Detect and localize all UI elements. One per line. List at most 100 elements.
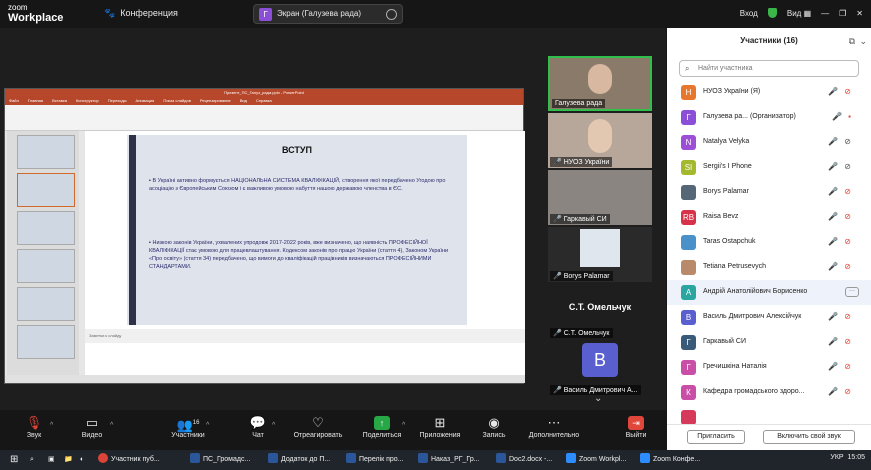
invite-button[interactable]: Пригласить xyxy=(687,430,745,444)
participants-header: Участники (16) ⧉ ⌄ xyxy=(667,28,871,54)
taskbar-word-doc[interactable]: Наказ_РГ_Гр... xyxy=(418,453,486,467)
participant-row[interactable]: Г Гаркавый СИ 🎤⊘ xyxy=(667,330,871,355)
windows-taskbar: ⊞ ⌕ ▣ 📁 ◐ Участник пуб... ПС_Громадс... … xyxy=(0,450,871,470)
video-tile[interactable]: С.Т. Омельчук 🎤 С.Т. Омельчук xyxy=(548,284,652,339)
video-tile[interactable]: В 🎤 Василь Дмитрович А... xyxy=(548,341,652,396)
edge-icon[interactable]: ◐ xyxy=(80,453,84,467)
slide-accent-bar xyxy=(129,135,136,325)
slide-paragraph-1: ▪ В Україні активно формується НАЦІОНАЛЬ… xyxy=(149,178,446,192)
shield-icon[interactable] xyxy=(767,8,777,18)
search-icon[interactable]: ⌕ xyxy=(30,453,34,467)
search-icon: ⌕ xyxy=(685,64,690,73)
chat-button[interactable]: 💬 Чат xyxy=(228,414,288,439)
taskbar-word-doc[interactable]: Doc2.docx -... xyxy=(496,453,558,467)
participants-title: Участники (16) xyxy=(740,36,798,45)
video-tile[interactable]: 🎤 Гаркавый СИ xyxy=(548,170,652,225)
participant-row[interactable]: Tetiana Petrusevych 🎤⊘ xyxy=(667,255,871,280)
mic-muted-icon: 🎤 xyxy=(553,273,562,280)
participant-row[interactable]: N Natalya Velyka 🎤⊘ xyxy=(667,130,871,155)
video-options-caret[interactable]: ^ xyxy=(110,422,113,429)
participant-avatar: RB xyxy=(681,210,696,225)
meeting-title[interactable]: 🐾 Конференция xyxy=(104,8,178,19)
brand-line2: Workplace xyxy=(8,12,64,24)
ppt-tab: Переходы xyxy=(107,98,127,103)
ppt-tab: Рецензирование xyxy=(199,98,231,103)
participant-row[interactable]: Г Гречишкіна Наталія 🎤⊘ xyxy=(667,355,871,380)
task-view-icon[interactable]: ▣ xyxy=(48,453,55,467)
share-options-icon[interactable] xyxy=(386,9,397,20)
close-icon[interactable]: ✕ xyxy=(856,9,863,18)
share-label: Экран (Галузева рада) xyxy=(277,9,361,18)
video-tile-name: 🎤 Гаркавый СИ xyxy=(550,214,610,224)
record-button[interactable]: ◉ Запись xyxy=(464,414,524,439)
screen-share-indicator[interactable]: Г Экран (Галузева рада) xyxy=(253,4,403,24)
apps-button[interactable]: ⊞ Приложения xyxy=(410,414,470,439)
view-button[interactable]: Вид ▦ xyxy=(787,9,811,18)
taskbar-word-doc[interactable]: Перелік про... xyxy=(346,453,414,467)
video-tile-name: Галузева рада xyxy=(552,99,606,108)
popout-icon[interactable]: ⧉ xyxy=(849,28,855,54)
mic-muted-icon: 🎤⊘ xyxy=(828,87,857,96)
participant-row[interactable]: В Василь Дмитрович Алексійчук 🎤⊘ xyxy=(667,305,871,330)
restore-icon[interactable]: ❐ xyxy=(839,9,846,18)
paw-icon: 🐾 xyxy=(104,8,116,18)
participant-row[interactable]: Г Галузева ра... (Организатор) 🎤▪ xyxy=(667,105,871,130)
participant-row[interactable]: Н НУОЗ України (Я) 🎤⊘ xyxy=(667,80,871,105)
mic-muted-icon: 🎤⊘ xyxy=(828,337,857,346)
taskbar-word-doc[interactable]: ПС_Громадс... xyxy=(190,453,258,467)
participant-name: Кафедра громадського здоро... xyxy=(703,388,805,395)
more-icon: ⋯ xyxy=(547,415,561,430)
mic-muted-icon: 🎤⊘ xyxy=(828,212,857,221)
slide-thumbnail xyxy=(17,249,75,283)
mic-muted-icon: 🎤 xyxy=(553,387,562,394)
windows-start-icon[interactable]: ⊞ xyxy=(10,453,18,467)
participant-row[interactable]: А Андрій Анатолійович Борисенко ··· xyxy=(667,280,871,305)
leave-button[interactable]: ⇥ Выйти xyxy=(606,414,666,439)
participant-name: Borys Palamar xyxy=(703,188,749,195)
taskbar-zoom-workplace[interactable]: Zoom Workpl... xyxy=(566,453,634,467)
system-tray[interactable]: УКР 15:05 xyxy=(830,454,865,461)
chat-options-caret[interactable]: ^ xyxy=(272,422,275,429)
taskbar-word-doc[interactable]: Додаток до П... xyxy=(268,453,336,467)
ppt-tab: Вставка xyxy=(52,98,67,103)
unmute-self-button[interactable]: Включить свой звук xyxy=(763,430,855,444)
slide-thumbnail xyxy=(17,173,75,207)
file-explorer-icon[interactable]: 📁 xyxy=(64,453,73,467)
participant-row[interactable]: Taras Ostapchuk 🎤⊘ xyxy=(667,230,871,255)
participant-avatar: Н xyxy=(681,85,696,100)
participant-avatar: В xyxy=(582,343,618,377)
react-button[interactable]: ♡ Отреагировать xyxy=(288,414,348,439)
mic-muted-icon: 🎤⊘ xyxy=(828,262,857,271)
share-arrow-icon: ↑ xyxy=(374,416,390,430)
share-options-caret[interactable]: ^ xyxy=(402,422,405,429)
ppt-body: ВСТУП ▪ В Україні активно формується НАЦ… xyxy=(5,131,525,377)
participant-row[interactable]: SI Sergii's I Phone 🎤⊘ xyxy=(667,155,871,180)
video-tile[interactable]: Галузева рада xyxy=(548,56,652,111)
chevron-down-icon[interactable]: ⌄ xyxy=(594,393,602,404)
participant-photo xyxy=(580,229,620,267)
taskbar-chrome[interactable]: Участник пуб... xyxy=(98,453,168,467)
login-link[interactable]: Вход xyxy=(740,9,758,18)
participant-row[interactable]: Borys Palamar 🎤⊘ xyxy=(667,180,871,205)
ppt-ribbon-tabs: Файл Главная Вставка Конструктор Переход… xyxy=(5,97,523,105)
video-tile[interactable]: 🎤 Borys Palamar xyxy=(548,227,652,282)
minimize-icon[interactable]: — xyxy=(821,9,829,18)
participant-row[interactable]: RB Raisa Bevz 🎤⊘ xyxy=(667,205,871,230)
mic-muted-icon: 🎤 xyxy=(553,330,562,337)
close-panel-icon[interactable]: ⌄ xyxy=(859,28,867,54)
mic-icon: 🎤⊘ xyxy=(828,137,857,146)
audio-button[interactable]: 🎙 Звук xyxy=(4,414,64,439)
participant-row[interactable]: К Кафедра громадського здоро... 🎤⊘ xyxy=(667,380,871,405)
mic-muted-icon: 🎤⊘ xyxy=(828,187,857,196)
more-options-button[interactable]: ··· xyxy=(845,287,859,297)
participant-name: Василь Дмитрович Алексійчук xyxy=(703,313,802,320)
participants-options-caret[interactable]: ^ xyxy=(206,422,209,429)
video-tile[interactable]: 🎤 НУОЗ України xyxy=(548,113,652,168)
audio-options-caret[interactable]: ^ xyxy=(50,422,53,429)
taskbar-zoom-meeting[interactable]: Zoom Конфе... xyxy=(640,453,708,467)
slide-editor: ВСТУП ▪ В Україні активно формується НАЦ… xyxy=(85,131,525,377)
more-button[interactable]: ⋯ Дополнительно xyxy=(524,414,584,439)
slide-heading: ВСТУП xyxy=(282,145,312,155)
search-participants-input[interactable]: ⌕ Найти участника xyxy=(679,60,859,77)
participant-display-name: С.Т. Омельчук xyxy=(568,302,632,312)
